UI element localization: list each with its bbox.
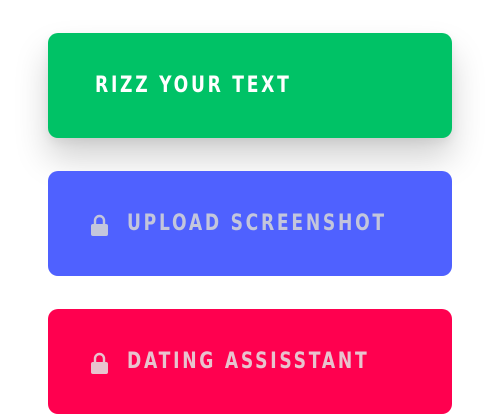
rizz-your-text-button[interactable]: RIZZ YOUR TEXT (48, 33, 452, 138)
rizz-your-text-label: RIZZ YOUR TEXT (95, 72, 292, 98)
lock-icon (90, 214, 109, 238)
menu: RIZZ YOUR TEXT UPLOAD SCREENSHOT DATING … (0, 0, 500, 416)
lock-icon (90, 352, 109, 376)
dating-assistant-button[interactable]: DATING ASSISSTANT (48, 309, 452, 414)
upload-screenshot-label: UPLOAD SCREENSHOT (127, 210, 387, 236)
dating-assistant-label: DATING ASSISSTANT (127, 348, 370, 374)
upload-screenshot-button[interactable]: UPLOAD SCREENSHOT (48, 171, 452, 276)
